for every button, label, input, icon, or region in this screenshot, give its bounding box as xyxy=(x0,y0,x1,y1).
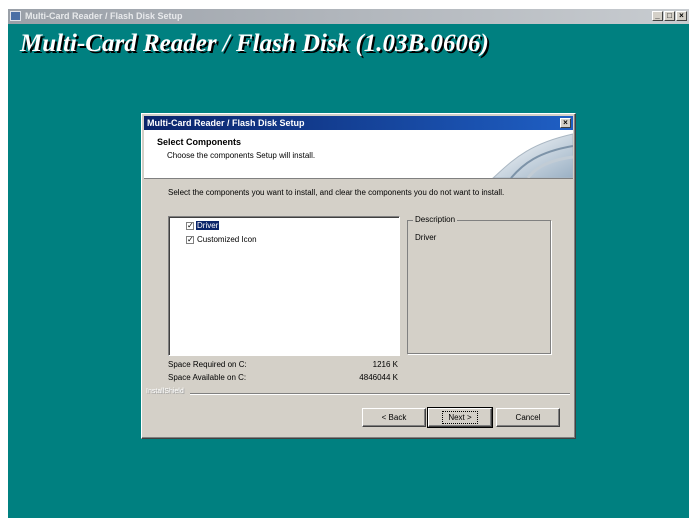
dialog-title-bar: Multi-Card Reader / Flash Disk Setup × xyxy=(144,116,573,130)
space-required-label: Space Required on C: xyxy=(168,360,247,369)
space-available-label: Space Available on C: xyxy=(168,373,247,382)
dialog-title: Multi-Card Reader / Flash Disk Setup xyxy=(147,118,305,128)
app-icon xyxy=(10,11,21,21)
window-controls: _ □ × xyxy=(652,11,687,21)
setup-banner-title: Multi-Card Reader / Flash Disk (1.03B.06… xyxy=(20,30,489,57)
description-text: Driver xyxy=(415,233,437,242)
component-item-customized-icon[interactable]: ✓ Customized Icon xyxy=(186,234,258,245)
component-label: Customized Icon xyxy=(197,235,257,244)
description-legend: Description xyxy=(413,215,458,224)
header-title: Select Components xyxy=(157,137,242,147)
installshield-label: InstallShield xyxy=(146,388,184,395)
component-item-driver[interactable]: ✓ Driver xyxy=(186,220,220,231)
component-label: Driver xyxy=(196,221,220,230)
header-subtitle: Choose the components Setup will install… xyxy=(167,151,316,160)
space-required-value: 1216 K xyxy=(372,360,398,369)
setup-dialog: Multi-Card Reader / Flash Disk Setup × S… xyxy=(141,113,576,439)
dialog-header: Select Components Choose the components … xyxy=(144,130,573,179)
next-button[interactable]: Next > xyxy=(427,407,493,428)
components-list[interactable]: ✓ Driver ✓ Customized Icon xyxy=(168,216,400,356)
maximize-button[interactable]: □ xyxy=(664,11,675,21)
minimize-button[interactable]: _ xyxy=(652,11,663,21)
back-button[interactable]: < Back xyxy=(362,408,426,427)
header-graphic xyxy=(492,133,573,178)
outer-title-bar: Multi-Card Reader / Flash Disk Setup _ □… xyxy=(8,9,689,24)
setup-background: Multi-Card Reader / Flash Disk Setup _ □… xyxy=(8,9,689,518)
space-required-row: Space Required on C: 1216 K xyxy=(168,360,398,370)
checkbox-checked-icon[interactable]: ✓ xyxy=(186,235,194,244)
space-available-value: 4846044 K xyxy=(359,373,398,382)
space-available-row: Space Available on C: 4846044 K xyxy=(168,373,398,383)
separator-line xyxy=(190,393,570,395)
description-group: Description Driver xyxy=(407,215,551,354)
cancel-button[interactable]: Cancel xyxy=(496,408,560,427)
checkbox-checked-icon[interactable]: ✓ xyxy=(186,221,194,230)
instruction-text: Select the components you want to instal… xyxy=(168,188,505,197)
dialog-close-button[interactable]: × xyxy=(560,118,571,128)
close-button[interactable]: × xyxy=(676,11,687,21)
outer-window-title: Multi-Card Reader / Flash Disk Setup xyxy=(25,11,183,21)
next-button-label: Next > xyxy=(442,411,478,424)
